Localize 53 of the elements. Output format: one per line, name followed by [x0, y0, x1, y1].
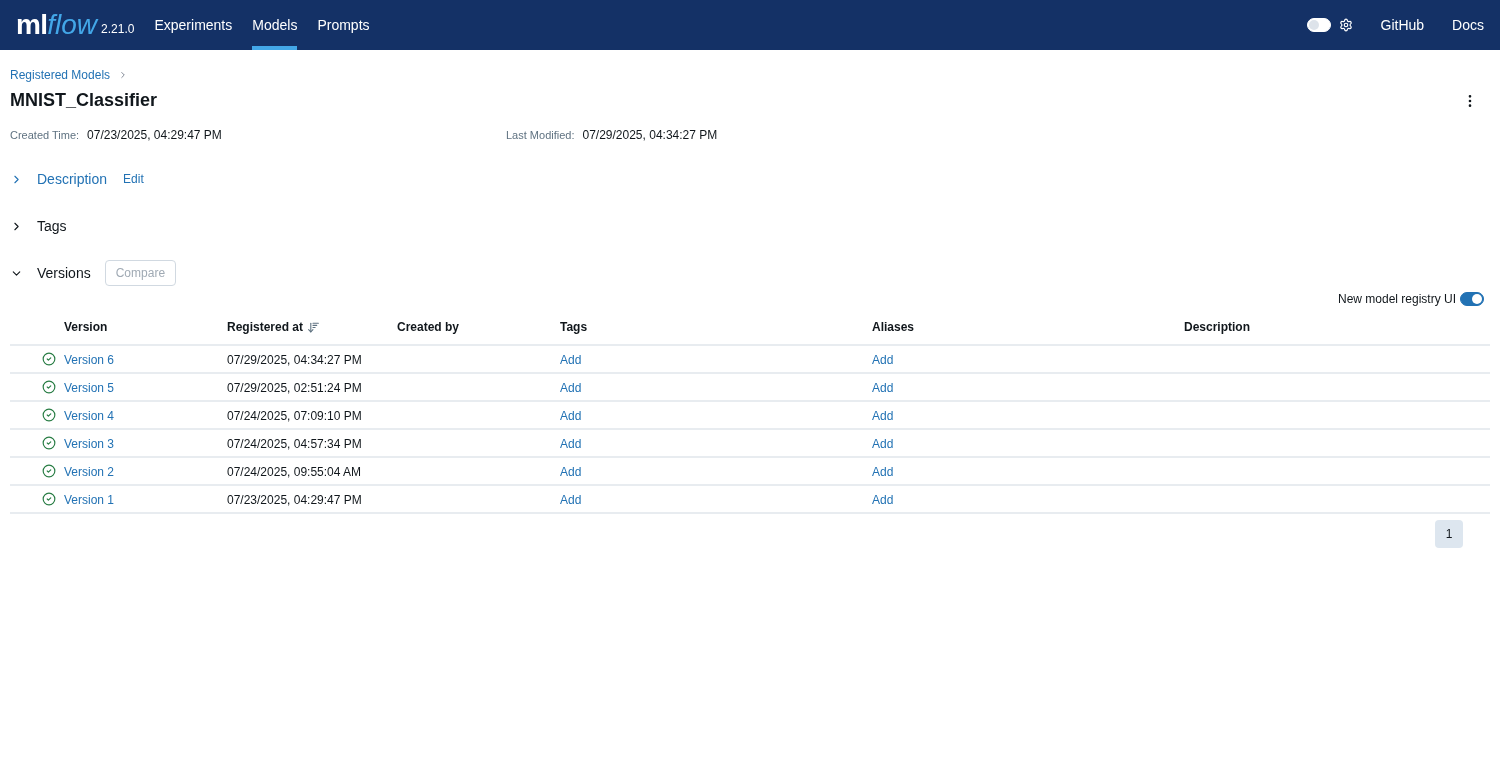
sort-icon[interactable] [307, 320, 321, 334]
add-tag-link[interactable]: Add [560, 465, 582, 479]
table-cell: 07/29/2025, 02:51:24 PM [227, 381, 362, 395]
nav-tab[interactable]: Experiments [154, 0, 233, 50]
column-header: Created by [397, 319, 460, 336]
mlflow-logo[interactable]: mlflow [16, 11, 98, 39]
settings-icon[interactable] [1338, 18, 1353, 32]
column-header: Aliases [872, 319, 915, 336]
add-alias-link[interactable]: Add [872, 353, 894, 367]
add-alias-link[interactable]: Add [872, 409, 894, 423]
add-tag-link[interactable]: Add [560, 381, 582, 395]
breadcrumb-link[interactable]: Registered Models [10, 66, 111, 84]
meta-value: 07/29/2025, 04:34:27 PM [582, 127, 718, 144]
edit-link[interactable]: Edit [123, 170, 144, 188]
nav-tab[interactable]: Prompts [317, 0, 370, 50]
meta-value: 07/23/2025, 04:29:47 PM [87, 127, 222, 144]
dark-mode-toggle[interactable] [1306, 18, 1331, 32]
add-alias-link[interactable]: Add [872, 437, 894, 451]
nav-tab[interactable]: Models [252, 0, 298, 50]
add-alias-link[interactable]: Add [872, 493, 894, 507]
section-title: Versions [37, 263, 91, 283]
header-link[interactable]: Docs [1452, 14, 1484, 36]
add-tag-link[interactable]: Add [560, 409, 582, 423]
version-link[interactable]: Version 1 [64, 493, 115, 507]
version-link[interactable]: Version 2 [64, 465, 115, 479]
version-link[interactable]: Version 3 [64, 437, 115, 451]
table-cell: 07/29/2025, 04:34:27 PM [227, 353, 362, 367]
page-title: MNIST_Classifier [10, 89, 158, 112]
version-label: 2.21.0 [101, 21, 135, 38]
table-cell: 07/24/2025, 04:57:34 PM [227, 437, 362, 451]
add-tag-link[interactable]: Add [560, 437, 582, 451]
column-header: Tags [560, 319, 588, 336]
version-link[interactable]: Version 6 [64, 353, 115, 367]
add-alias-link[interactable]: Add [872, 381, 894, 395]
toggle-label: New model registry UI [1337, 291, 1456, 308]
registry-ui-toggle[interactable] [1460, 292, 1484, 306]
column-header: Description [1184, 319, 1250, 336]
table-cell: 07/24/2025, 09:55:04 AM [227, 465, 362, 479]
column-header[interactable]: Registered at [227, 318, 304, 336]
table-cell: 07/23/2025, 04:29:47 PM [227, 493, 362, 507]
version-link[interactable]: Version 4 [64, 409, 115, 423]
column-header: Version [64, 319, 108, 336]
add-tag-link[interactable]: Add [560, 493, 582, 507]
meta-label: Last Modified: [506, 128, 575, 143]
add-tag-link[interactable]: Add [560, 353, 582, 367]
add-alias-link[interactable]: Add [872, 465, 894, 479]
page-button[interactable]: 1 [1435, 520, 1463, 548]
version-link[interactable]: Version 5 [64, 381, 115, 395]
section-title: Tags [37, 216, 67, 236]
meta-label: Created Time: [10, 128, 80, 143]
header-link[interactable]: GitHub [1380, 14, 1425, 36]
table-cell: 07/24/2025, 07:09:10 PM [227, 409, 362, 423]
section-title: Description [37, 169, 108, 189]
